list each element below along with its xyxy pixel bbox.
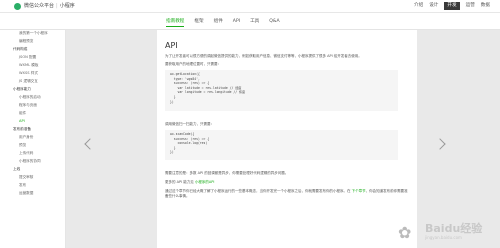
more-api-text: 更多的 API 能力见 小程序的API xyxy=(165,180,214,185)
next-arrow-icon[interactable] xyxy=(434,138,446,150)
page-title: API xyxy=(165,41,178,50)
sidebar-item-json[interactable]: JSON 配置 xyxy=(19,55,36,60)
more-api-prefix: 更多的 API 能力见 xyxy=(165,180,195,184)
sidebar-item-wxss[interactable]: WXSS 样式 xyxy=(19,71,38,76)
brand-name[interactable]: 微信公众平台 xyxy=(24,3,54,9)
scan-text: 调用微信扫一扫能力，只需要： xyxy=(165,122,214,126)
chapter-end-text: 通过这个章节你已经大概了解了小程序运行的一些基本概念，当你开发完一个小程序之后，… xyxy=(165,189,409,199)
sidebar-item-js[interactable]: JS 逻辑交互 xyxy=(19,79,38,84)
chapter-end-body: 通过这个章节你已经大概了解了小程序运行的一些基本概念，当你开发完一个小程序之后，… xyxy=(165,189,352,193)
code-block-scan: wx.scanCode({ success: (res) => { consol… xyxy=(165,130,398,160)
tab-component[interactable]: 组件 xyxy=(214,17,223,27)
watermark-text: Baidu经验 xyxy=(425,222,483,235)
baidu-watermark: ✿ Baidu经验 jingyan.baidu.com xyxy=(398,222,494,244)
baidu-paw-icon: ✿ xyxy=(398,223,412,242)
api-docs-link[interactable]: 小程序的API xyxy=(195,180,215,184)
sidebar: 我的第一个小程序 编程预览 代码构成 JSON 配置 WXML 模板 WXSS … xyxy=(0,30,66,248)
doc-content: API 为了让开发者可以很方便的调起微信提供的能力，例如获取用户信息、微信支付等… xyxy=(157,30,417,248)
sidebar-group-code[interactable]: 代码构成 xyxy=(13,47,27,52)
top-link-intro[interactable]: 介绍 xyxy=(414,2,423,10)
brand: 微信公众平台 | 小程序 xyxy=(24,2,75,10)
sidebar-item-collab[interactable]: 小程序的协同 xyxy=(19,159,41,164)
code-line: }) xyxy=(170,99,174,104)
top-bar: 微信公众平台 | 小程序 介绍 设计 开发 运营 数据 xyxy=(0,0,500,13)
tab-tools[interactable]: 工具 xyxy=(250,17,259,27)
product-name[interactable]: 小程序 xyxy=(60,3,75,9)
sidebar-item-ops-data[interactable]: 运营数据 xyxy=(19,191,33,196)
sidebar-item-components[interactable]: 组件 xyxy=(19,111,26,116)
main-nav: 指南教程 框架 组件 API 工具 Q&A xyxy=(0,13,500,30)
top-link-data[interactable]: 数据 xyxy=(481,2,490,10)
watermark-sub: jingyan.baidu.com xyxy=(425,235,462,240)
code-line: }) xyxy=(170,150,174,155)
sidebar-item-publish[interactable]: 发布 xyxy=(19,183,26,188)
top-link-design[interactable]: 设计 xyxy=(429,2,438,10)
code-block-location: wx.getLocation({ type: 'wgs84', success:… xyxy=(165,70,398,111)
next-chapter-link[interactable]: 下个章节 xyxy=(352,189,366,193)
note-text: 需要注意的是：多数 API 的回调都是异步，你需要处理好代码逻辑的异步问题。 xyxy=(165,171,289,175)
tab-api[interactable]: API xyxy=(233,17,240,27)
top-link-develop[interactable]: 开发 xyxy=(444,2,460,10)
sidebar-item-preview[interactable]: 预览 xyxy=(19,143,26,148)
tab-qa[interactable]: Q&A xyxy=(269,17,279,27)
sidebar-item-identity[interactable]: 用户身份 xyxy=(19,135,33,140)
prev-arrow-icon[interactable] xyxy=(84,138,96,150)
sidebar-item-upload[interactable]: 上传代码 xyxy=(19,151,33,156)
top-links: 介绍 设计 开发 运营 数据 xyxy=(414,2,490,10)
sidebar-group-launch[interactable]: 上线 xyxy=(13,167,20,172)
sidebar-item-preview-code[interactable]: 编程预览 xyxy=(19,39,33,44)
sidebar-item-pages[interactable]: 程序与页面 xyxy=(19,103,37,108)
intro-text: 为了让开发者可以很方便的调起微信提供的能力，例如获取用户信息、微信支付等等，小程… xyxy=(165,54,362,58)
tab-guide[interactable]: 指南教程 xyxy=(166,17,185,27)
sidebar-item-api[interactable]: API xyxy=(19,119,25,124)
sidebar-item-review[interactable]: 提交审核 xyxy=(19,175,33,180)
sidebar-item-launch[interactable]: 小程序的启动 xyxy=(19,95,41,100)
sidebar-group-prepare[interactable]: 发布前准备 xyxy=(13,127,31,132)
sidebar-item-first-app[interactable]: 我的第一个小程序 xyxy=(19,31,48,36)
brand-separator: | xyxy=(56,3,58,9)
top-link-operate[interactable]: 运营 xyxy=(466,2,475,10)
sidebar-group-abilities[interactable]: 小程序能力 xyxy=(13,87,31,92)
location-text: 要获取用户的地理位置时，只需要： xyxy=(165,62,221,66)
wechat-logo-icon xyxy=(14,3,21,10)
sidebar-item-wxml[interactable]: WXML 模板 xyxy=(19,63,38,68)
tab-framework[interactable]: 框架 xyxy=(194,17,203,27)
